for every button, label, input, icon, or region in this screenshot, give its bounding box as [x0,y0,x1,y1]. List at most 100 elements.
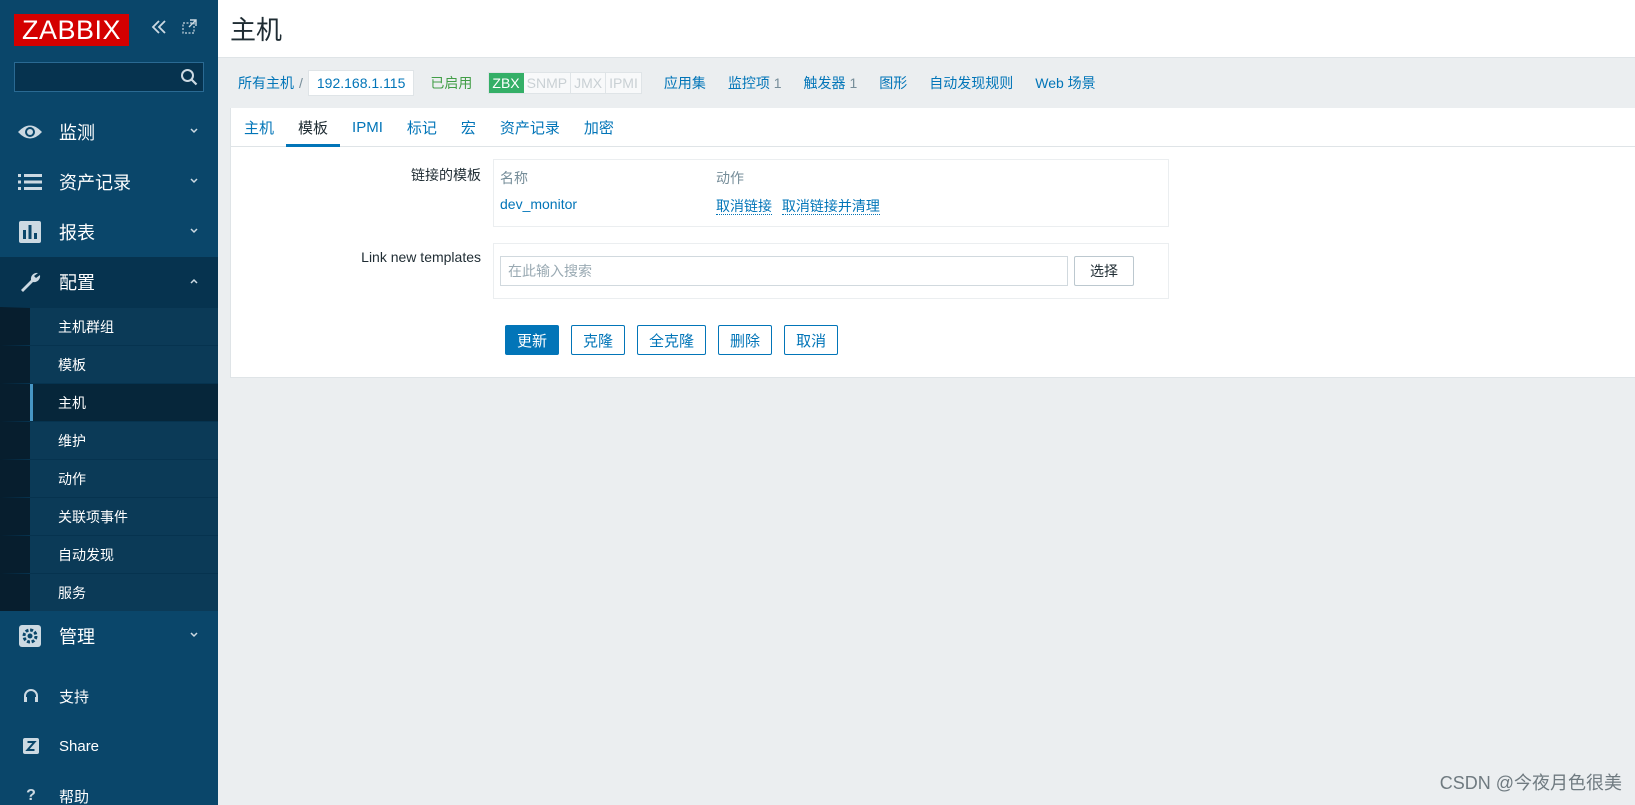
menu-administration[interactable]: 管理 [0,611,218,661]
headset-icon [22,687,40,705]
menu-support[interactable]: 支持 [0,671,218,721]
menu-help[interactable]: ? 帮助 [0,771,218,805]
tab-macros[interactable]: 宏 [449,108,488,146]
tab-templates[interactable]: 模板 [286,108,341,147]
menu-inventory[interactable]: 资产记录 [0,157,218,207]
menu-label: 管理 [59,627,95,647]
menu-label: 资产记录 [59,173,131,193]
menu-share[interactable]: Share [0,721,218,771]
tab-encryption[interactable]: 加密 [572,108,626,146]
select-button[interactable]: 选择 [1074,256,1134,286]
gear-icon [17,625,43,647]
link-label: 触发器 [803,75,846,91]
list-icon [17,171,43,193]
menu-label: Share [59,737,100,755]
link-label: 应用集 [663,75,706,91]
clone-button[interactable]: 克隆 [571,325,626,355]
breadcrumb-all-hosts[interactable]: 所有主机 [238,73,294,93]
tab-ipmi[interactable]: IPMI [340,108,395,146]
unlink-button[interactable]: 取消链接 [716,198,772,215]
update-button[interactable]: 更新 [505,325,560,355]
form-buttons: 更新 克隆 全克隆 删除 取消 [505,325,850,355]
link-applications[interactable]: 应用集 [664,73,706,93]
logo-row: ZABBIX [0,0,218,60]
breadcrumb: 所有主机 / 192.168.1.115 已启用 ZBX SNMP JMX IP… [218,58,1635,108]
submenu-discovery[interactable]: 自动发现 [0,535,218,573]
tab-inventory[interactable]: 资产记录 [488,108,572,146]
link-label: 图形 [879,75,908,91]
chevron-down-icon [190,632,198,638]
share-z-icon [22,737,40,755]
menu-label: 帮助 [59,788,90,805]
submenu-hosts[interactable]: 主机 [0,383,218,421]
availability-zbx: ZBX [489,73,524,93]
submenu-maintenance[interactable]: 维护 [0,421,218,459]
sidebar: ZABBIX 监测 资产记录 报表 配置 主机群组 模板 主机 维护 动作 关联… [0,0,218,805]
breadcrumb-current-host[interactable]: 192.168.1.115 [307,70,415,96]
linked-templates-label: 链接的模板 [411,167,481,183]
tab-tags[interactable]: 标记 [395,108,449,146]
tab-bar: 主机 模板 IPMI 标记 宏 资产记录 加密 [231,108,1635,147]
cancel-button[interactable]: 取消 [784,325,839,355]
availability-indicators: ZBX SNMP JMX IPMI [488,72,642,94]
link-new-templates-box: 选择 [493,243,1169,299]
link-label: Web 场景 [1035,75,1096,91]
menu-label: 支持 [59,688,90,706]
submenu-host-groups[interactable]: 主机群组 [0,307,218,345]
breadcrumb-separator: / [299,75,303,91]
search-icon[interactable] [180,68,198,86]
unlink-and-clear-button[interactable]: 取消链接并清理 [781,198,880,215]
linked-templates-row: 链接的模板 名称 动作 dev_monitor 取消链接 取消链接并清理 [231,159,1169,227]
wrench-icon [17,271,43,293]
collapse-sidebar-icon[interactable] [149,17,169,43]
menu-configuration[interactable]: 配置 [0,257,218,307]
link-count: 1 [849,75,858,91]
submenu-actions[interactable]: 动作 [0,459,218,497]
link-label: 监控项 [727,75,770,91]
linked-template-name[interactable]: dev_monitor [500,196,577,212]
link-web-scenarios[interactable]: Web 场景 [1035,73,1095,93]
link-count: 1 [773,75,782,91]
link-triggers[interactable]: 触发器 1 [804,73,858,93]
page-title: 主机 [230,15,283,45]
submenu-services[interactable]: 服务 [0,573,218,611]
submenu-event-correlation[interactable]: 关联项事件 [0,497,218,535]
configuration-submenu: 主机群组 模板 主机 维护 动作 关联项事件 自动发现 服务 [0,307,218,611]
column-header-action: 动作 [716,170,744,186]
availability-jmx: JMX [571,73,607,93]
link-graphs[interactable]: 图形 [879,73,907,93]
linked-templates-table: 名称 动作 dev_monitor 取消链接 取消链接并清理 [493,159,1169,227]
tab-host[interactable]: 主机 [232,108,286,146]
link-new-templates-label: Link new templates [361,249,481,265]
unlink-action: 取消链接 取消链接并清理 [716,196,880,216]
chevron-down-icon [190,228,198,234]
eye-icon [17,121,43,143]
menu-reports[interactable]: 报表 [0,207,218,257]
chevron-down-icon [190,178,198,184]
submenu-templates[interactable]: 模板 [0,345,218,383]
availability-snmp: SNMP [523,73,572,93]
chevron-down-icon [190,128,198,134]
main-menu: 监测 资产记录 报表 配置 主机群组 模板 主机 维护 动作 关联项事件 自动发… [0,107,218,805]
sidebar-search-input[interactable] [15,63,203,91]
menu-label: 配置 [59,273,95,293]
chevron-up-icon [190,278,198,284]
help-icon: ? [26,787,36,804]
autohide-sidebar-icon[interactable] [179,18,199,42]
link-new-templates-row: Link new templates 选择 [231,243,1169,299]
zabbix-logo[interactable]: ZABBIX [14,14,129,46]
full-clone-button[interactable]: 全克隆 [637,325,707,355]
watermark: CSDN @今夜月色很美 [1439,773,1622,793]
host-status-enabled[interactable]: 已启用 [430,73,472,93]
main-area: 主机 所有主机 / 192.168.1.115 已启用 ZBX SNMP JMX… [218,0,1635,805]
link-label: 自动发现规则 [929,75,1014,91]
delete-button[interactable]: 删除 [718,325,773,355]
host-form: 主机 模板 IPMI 标记 宏 资产记录 加密 链接的模板 名称 动作 dev_… [230,108,1635,378]
link-discovery-rules[interactable]: 自动发现规则 [929,73,1013,93]
link-items[interactable]: 监控项 1 [728,73,782,93]
menu-label: 监测 [59,123,95,143]
menu-monitoring[interactable]: 监测 [0,107,218,157]
bar-chart-icon [17,221,43,243]
template-search-input[interactable] [500,256,1068,286]
column-header-name: 名称 [500,170,528,186]
